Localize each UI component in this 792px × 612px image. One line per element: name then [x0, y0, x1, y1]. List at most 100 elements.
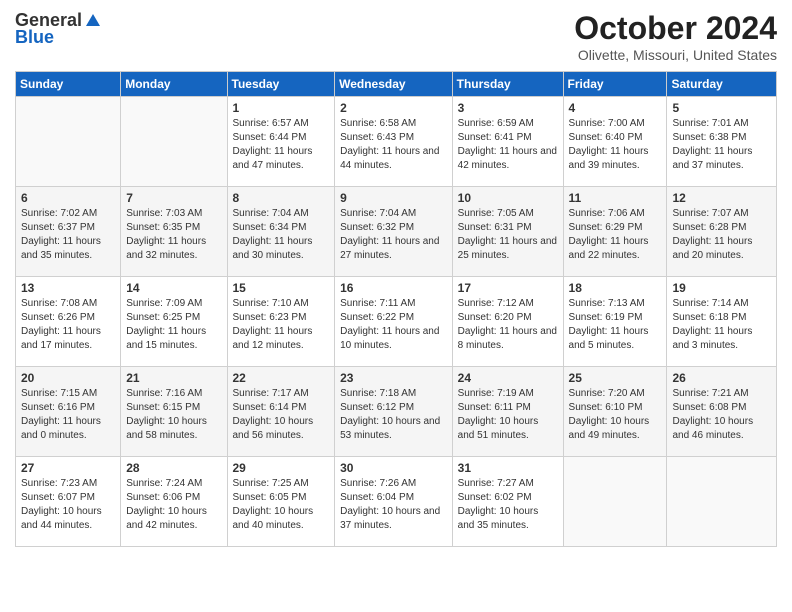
day-info: Sunrise: 7:27 AM Sunset: 6:02 PM Dayligh…: [458, 477, 558, 533]
day-info: Sunrise: 7:24 AM Sunset: 6:06 PM Dayligh…: [126, 477, 221, 533]
daylight: Daylight: 10 hours and 58 minutes.: [126, 416, 207, 441]
daylight: Daylight: 10 hours and 44 minutes.: [21, 506, 102, 531]
day-number: 12: [672, 191, 771, 205]
sunset: Sunset: 6:29 PM: [569, 222, 643, 233]
calendar-week-row: 27 Sunrise: 7:23 AM Sunset: 6:07 PM Dayl…: [16, 457, 777, 547]
sunrise: Sunrise: 7:12 AM: [458, 298, 534, 309]
sunrise: Sunrise: 7:18 AM: [340, 388, 416, 399]
calendar-cell: 5 Sunrise: 7:01 AM Sunset: 6:38 PM Dayli…: [667, 97, 777, 187]
day-number: 26: [672, 371, 771, 385]
daylight: Daylight: 11 hours and 5 minutes.: [569, 326, 649, 351]
day-info: Sunrise: 7:02 AM Sunset: 6:37 PM Dayligh…: [21, 207, 115, 263]
day-number: 31: [458, 461, 558, 475]
day-info: Sunrise: 7:13 AM Sunset: 6:19 PM Dayligh…: [569, 297, 662, 353]
sunset: Sunset: 6:40 PM: [569, 132, 643, 143]
location: Olivette, Missouri, United States: [574, 47, 777, 63]
sunset: Sunset: 6:43 PM: [340, 132, 414, 143]
calendar-cell: 17 Sunrise: 7:12 AM Sunset: 6:20 PM Dayl…: [452, 277, 563, 367]
sunset: Sunset: 6:06 PM: [126, 492, 200, 503]
calendar-cell: 7 Sunrise: 7:03 AM Sunset: 6:35 PM Dayli…: [121, 187, 227, 277]
day-number: 10: [458, 191, 558, 205]
daylight: Daylight: 11 hours and 42 minutes.: [458, 146, 557, 171]
sunset: Sunset: 6:08 PM: [672, 402, 746, 413]
day-info: Sunrise: 7:19 AM Sunset: 6:11 PM Dayligh…: [458, 387, 558, 443]
day-number: 27: [21, 461, 115, 475]
calendar-cell: 1 Sunrise: 6:57 AM Sunset: 6:44 PM Dayli…: [227, 97, 335, 187]
logo: General Blue: [15, 10, 102, 48]
daylight: Daylight: 11 hours and 17 minutes.: [21, 326, 101, 351]
calendar-table: SundayMondayTuesdayWednesdayThursdayFrid…: [15, 71, 777, 547]
sunset: Sunset: 6:34 PM: [233, 222, 307, 233]
daylight: Daylight: 10 hours and 40 minutes.: [233, 506, 314, 531]
calendar-cell: 20 Sunrise: 7:15 AM Sunset: 6:16 PM Dayl…: [16, 367, 121, 457]
logo-blue-text: Blue: [15, 27, 54, 48]
day-info: Sunrise: 6:58 AM Sunset: 6:43 PM Dayligh…: [340, 117, 447, 173]
sunrise: Sunrise: 7:23 AM: [21, 478, 97, 489]
daylight: Daylight: 11 hours and 0 minutes.: [21, 416, 101, 441]
sunrise: Sunrise: 6:59 AM: [458, 118, 534, 129]
weekday-header-monday: Monday: [121, 72, 227, 97]
sunset: Sunset: 6:22 PM: [340, 312, 414, 323]
day-number: 30: [340, 461, 447, 475]
sunset: Sunset: 6:18 PM: [672, 312, 746, 323]
day-number: 16: [340, 281, 447, 295]
daylight: Daylight: 11 hours and 30 minutes.: [233, 236, 313, 261]
calendar-cell: [121, 97, 227, 187]
sunrise: Sunrise: 7:10 AM: [233, 298, 309, 309]
weekday-header-sunday: Sunday: [16, 72, 121, 97]
daylight: Daylight: 11 hours and 44 minutes.: [340, 146, 439, 171]
sunset: Sunset: 6:07 PM: [21, 492, 95, 503]
sunset: Sunset: 6:37 PM: [21, 222, 95, 233]
calendar-cell: 18 Sunrise: 7:13 AM Sunset: 6:19 PM Dayl…: [563, 277, 667, 367]
calendar-week-row: 20 Sunrise: 7:15 AM Sunset: 6:16 PM Dayl…: [16, 367, 777, 457]
sunrise: Sunrise: 7:24 AM: [126, 478, 202, 489]
day-info: Sunrise: 7:04 AM Sunset: 6:32 PM Dayligh…: [340, 207, 447, 263]
day-info: Sunrise: 7:05 AM Sunset: 6:31 PM Dayligh…: [458, 207, 558, 263]
day-number: 17: [458, 281, 558, 295]
weekday-header-thursday: Thursday: [452, 72, 563, 97]
sunset: Sunset: 6:10 PM: [569, 402, 643, 413]
calendar-cell: 15 Sunrise: 7:10 AM Sunset: 6:23 PM Dayl…: [227, 277, 335, 367]
day-number: 18: [569, 281, 662, 295]
day-info: Sunrise: 7:21 AM Sunset: 6:08 PM Dayligh…: [672, 387, 771, 443]
weekday-header-row: SundayMondayTuesdayWednesdayThursdayFrid…: [16, 72, 777, 97]
sunset: Sunset: 6:31 PM: [458, 222, 532, 233]
day-number: 9: [340, 191, 447, 205]
day-info: Sunrise: 7:18 AM Sunset: 6:12 PM Dayligh…: [340, 387, 447, 443]
sunset: Sunset: 6:12 PM: [340, 402, 414, 413]
sunrise: Sunrise: 7:16 AM: [126, 388, 202, 399]
calendar-week-row: 6 Sunrise: 7:02 AM Sunset: 6:37 PM Dayli…: [16, 187, 777, 277]
calendar-cell: 25 Sunrise: 7:20 AM Sunset: 6:10 PM Dayl…: [563, 367, 667, 457]
daylight: Daylight: 11 hours and 32 minutes.: [126, 236, 206, 261]
day-number: 7: [126, 191, 221, 205]
sunrise: Sunrise: 7:09 AM: [126, 298, 202, 309]
sunrise: Sunrise: 7:01 AM: [672, 118, 748, 129]
sunrise: Sunrise: 7:07 AM: [672, 208, 748, 219]
day-info: Sunrise: 7:09 AM Sunset: 6:25 PM Dayligh…: [126, 297, 221, 353]
day-number: 28: [126, 461, 221, 475]
calendar-cell: 14 Sunrise: 7:09 AM Sunset: 6:25 PM Dayl…: [121, 277, 227, 367]
calendar-cell: [16, 97, 121, 187]
weekday-header-saturday: Saturday: [667, 72, 777, 97]
sunrise: Sunrise: 7:02 AM: [21, 208, 97, 219]
sunset: Sunset: 6:04 PM: [340, 492, 414, 503]
sunrise: Sunrise: 7:03 AM: [126, 208, 202, 219]
sunrise: Sunrise: 7:08 AM: [21, 298, 97, 309]
daylight: Daylight: 11 hours and 22 minutes.: [569, 236, 649, 261]
day-number: 8: [233, 191, 330, 205]
day-number: 13: [21, 281, 115, 295]
calendar-cell: 31 Sunrise: 7:27 AM Sunset: 6:02 PM Dayl…: [452, 457, 563, 547]
calendar-cell: 26 Sunrise: 7:21 AM Sunset: 6:08 PM Dayl…: [667, 367, 777, 457]
sunrise: Sunrise: 7:04 AM: [340, 208, 416, 219]
calendar-cell: [563, 457, 667, 547]
calendar-cell: 30 Sunrise: 7:26 AM Sunset: 6:04 PM Dayl…: [335, 457, 453, 547]
sunrise: Sunrise: 7:04 AM: [233, 208, 309, 219]
day-number: 5: [672, 101, 771, 115]
sunrise: Sunrise: 7:00 AM: [569, 118, 645, 129]
day-info: Sunrise: 7:23 AM Sunset: 6:07 PM Dayligh…: [21, 477, 115, 533]
day-number: 29: [233, 461, 330, 475]
sunset: Sunset: 6:14 PM: [233, 402, 307, 413]
day-info: Sunrise: 7:16 AM Sunset: 6:15 PM Dayligh…: [126, 387, 221, 443]
sunrise: Sunrise: 7:13 AM: [569, 298, 645, 309]
daylight: Daylight: 11 hours and 39 minutes.: [569, 146, 649, 171]
